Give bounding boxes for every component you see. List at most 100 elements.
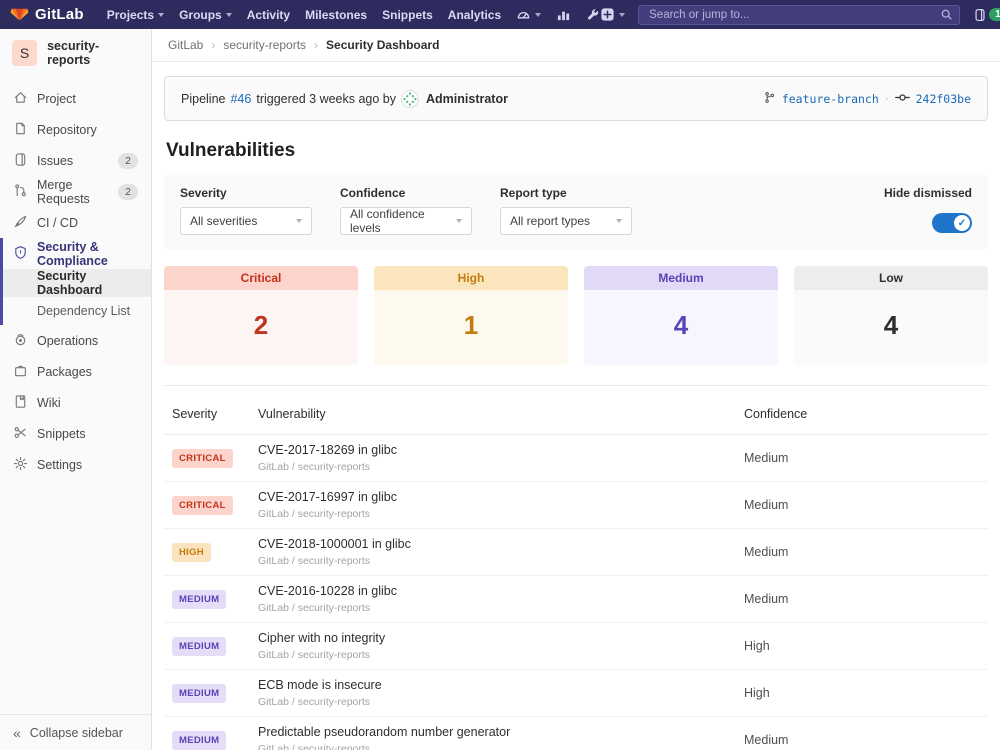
sidebar-item-packages[interactable]: Packages — [0, 356, 151, 387]
nav-snippets[interactable]: Snippets — [382, 8, 433, 22]
nav-projects[interactable]: Projects — [107, 8, 164, 22]
branch-icon — [763, 91, 776, 107]
report-type-filter-select[interactable]: All report types — [500, 207, 632, 235]
vulnerability-name[interactable]: ECB mode is insecure — [258, 678, 728, 692]
file-icon — [13, 121, 28, 139]
bar-chart-icon — [556, 7, 571, 22]
plus-square-icon — [600, 7, 615, 22]
sidebar-item-snippets[interactable]: Snippets — [0, 418, 151, 449]
main-content: GitLab › security-reports › Security Das… — [152, 29, 1000, 750]
vulnerability-project: GitLab / security-reports — [258, 555, 728, 567]
breadcrumb-separator: › — [314, 38, 318, 52]
issues-icon — [13, 152, 28, 170]
tanuki-icon — [10, 3, 29, 27]
sidebar-item-security-compliance[interactable]: Security & Compliance — [3, 238, 151, 269]
ci-cd-icon — [13, 214, 28, 232]
severity-badge: CRITICAL — [172, 449, 233, 468]
table-row[interactable]: HIGH CVE-2018-1000001 in glibc GitLab / … — [164, 529, 988, 576]
top-navbar: GitLab Projects Groups Activity Mileston… — [0, 0, 1000, 29]
vulnerability-project: GitLab / security-reports — [258, 508, 728, 520]
vulnerability-name[interactable]: Predictable pseudorandom number generato… — [258, 725, 728, 739]
nav-analytics[interactable]: Analytics — [448, 8, 501, 22]
critical-summary-card: Critical 2 — [164, 266, 358, 365]
nav-groups[interactable]: Groups — [179, 8, 232, 22]
page-title: Vulnerabilities — [166, 140, 986, 162]
chevron-down-icon — [535, 13, 541, 17]
search-input[interactable] — [638, 5, 960, 25]
package-icon — [13, 363, 28, 381]
gitlab-logo[interactable]: GitLab — [10, 3, 84, 27]
vulnerability-name[interactable]: CVE-2017-18269 in glibc — [258, 443, 728, 457]
search-icon — [940, 8, 953, 26]
table-row[interactable]: CRITICAL CVE-2017-18269 in glibc GitLab … — [164, 435, 988, 482]
gauge-icon — [516, 7, 531, 22]
project-context[interactable]: S security-reports — [0, 29, 151, 83]
sidebar-item-project[interactable]: Project — [0, 83, 151, 114]
breadcrumb-separator: › — [211, 38, 215, 52]
breadcrumb-project[interactable]: security-reports — [223, 38, 306, 52]
sidebar-item-settings[interactable]: Settings — [0, 449, 151, 480]
pipeline-author[interactable]: Administrator — [426, 92, 508, 106]
chevron-down-icon — [456, 219, 462, 223]
hide-dismissed-label: Hide dismissed — [884, 186, 972, 200]
sidebar-item-wiki[interactable]: Wiki — [0, 387, 151, 418]
vulnerability-name[interactable]: CVE-2018-1000001 in glibc — [258, 537, 728, 551]
vulnerability-project: GitLab / security-reports — [258, 743, 728, 750]
high-summary-card: High 1 — [374, 266, 568, 365]
wrench-icon — [586, 8, 600, 22]
branch-link[interactable]: feature-branch — [782, 92, 879, 106]
severity-badge: CRITICAL — [172, 496, 233, 515]
dashboard-gauge-button[interactable] — [516, 7, 541, 22]
sidebar-item-merge-requests[interactable]: Merge Requests 2 — [0, 176, 151, 207]
security-compliance-group: Security & Compliance Security Dashboard… — [0, 238, 151, 325]
sidebar-item-repository[interactable]: Repository — [0, 114, 151, 145]
severity-badge: MEDIUM — [172, 637, 226, 656]
sidebar-item-ci-cd[interactable]: CI / CD — [0, 207, 151, 238]
severity-filter-select[interactable]: All severities — [180, 207, 312, 235]
low-card-count: 4 — [794, 290, 988, 365]
table-row[interactable]: MEDIUM Cipher with no integrity GitLab /… — [164, 623, 988, 670]
gear-icon — [13, 456, 28, 474]
sidebar-item-security-dashboard[interactable]: Security Dashboard — [3, 269, 151, 297]
vulnerability-project: GitLab / security-reports — [258, 649, 728, 661]
admin-wrench-button[interactable] — [586, 8, 600, 22]
new-menu-button[interactable] — [600, 7, 625, 22]
breadcrumb-current: Security Dashboard — [326, 38, 439, 52]
confidence-filter-label: Confidence — [340, 186, 472, 200]
sidebar-item-dependency-list[interactable]: Dependency List — [3, 297, 151, 325]
nav-activity[interactable]: Activity — [247, 8, 290, 22]
confidence-value: Medium — [736, 529, 988, 576]
issues-icon — [973, 8, 987, 22]
sidebar-item-operations[interactable]: Operations — [0, 325, 151, 356]
vulnerability-name[interactable]: Cipher with no integrity — [258, 631, 728, 645]
filters-panel: Severity All severities Confidence All c… — [164, 175, 988, 250]
pipeline-info-bar: Pipeline #46 triggered 3 weeks ago by — [164, 76, 988, 121]
low-card-label: Low — [794, 266, 988, 290]
breadcrumb-root[interactable]: GitLab — [168, 38, 203, 52]
vulnerability-name[interactable]: CVE-2016-10228 in glibc — [258, 584, 728, 598]
nav-milestones[interactable]: Milestones — [305, 8, 367, 22]
table-row[interactable]: MEDIUM CVE-2016-10228 in glibc GitLab / … — [164, 576, 988, 623]
vulnerabilities-table: Severity Vulnerability Confidence CRITIC… — [164, 394, 988, 750]
column-header-severity: Severity — [164, 394, 250, 435]
commit-sha-link[interactable]: 242f03be — [916, 92, 971, 106]
pipeline-id-link[interactable]: #46 — [230, 92, 251, 106]
project-avatar: S — [12, 40, 37, 66]
separator-dot: · — [885, 93, 889, 105]
vulnerability-name[interactable]: CVE-2017-16997 in glibc — [258, 490, 728, 504]
table-row[interactable]: MEDIUM Predictable pseudorandom number g… — [164, 717, 988, 750]
issues-nav-button[interactable]: 11 — [973, 8, 1000, 22]
medium-summary-card: Medium 4 — [584, 266, 778, 365]
confidence-value: Medium — [736, 482, 988, 529]
charts-button[interactable] — [556, 7, 571, 22]
chevron-down-icon — [158, 13, 164, 17]
sidebar-item-issues[interactable]: Issues 2 — [0, 145, 151, 176]
collapse-sidebar-button[interactable]: « Collapse sidebar — [0, 714, 151, 750]
table-row[interactable]: MEDIUM ECB mode is insecure GitLab / sec… — [164, 670, 988, 717]
hide-dismissed-toggle[interactable]: ✓ — [932, 213, 972, 233]
table-row[interactable]: CRITICAL CVE-2017-16997 in glibc GitLab … — [164, 482, 988, 529]
confidence-filter-select[interactable]: All confidence levels — [340, 207, 472, 235]
brand-name: GitLab — [35, 6, 84, 23]
confidence-value: High — [736, 670, 988, 717]
vulnerability-project: GitLab / security-reports — [258, 602, 728, 614]
